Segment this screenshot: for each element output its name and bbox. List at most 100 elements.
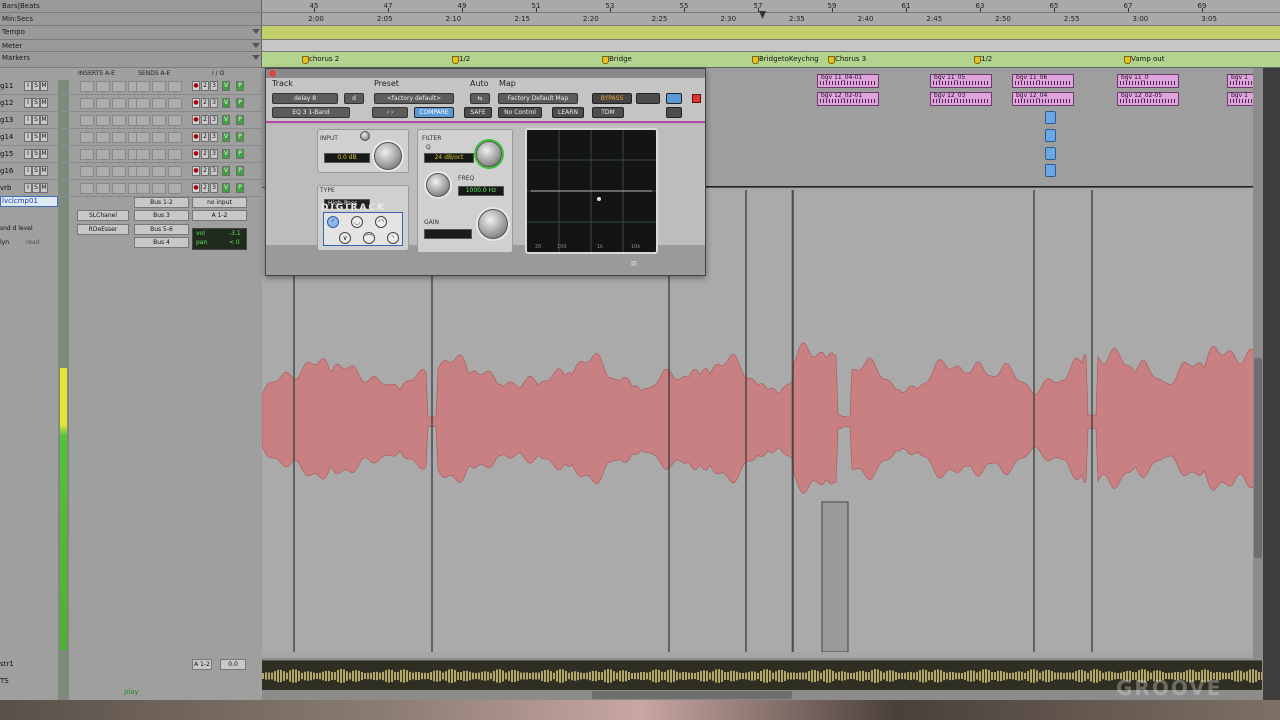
plugin-title-bar[interactable] xyxy=(266,69,705,78)
marker-6[interactable]: Vamp out xyxy=(1124,55,1165,64)
filter-slope-value[interactable]: 24 dB/oct xyxy=(424,153,474,163)
send-slot[interactable] xyxy=(152,98,166,109)
insert-slot[interactable] xyxy=(80,166,94,177)
timeline-rulers[interactable]: 45 47 49 51 53 55 57 59 61 63 65 67 69 2:00 2:05 2:10 2… xyxy=(262,0,1280,68)
send-slot[interactable] xyxy=(168,98,182,109)
marker-3[interactable]: BridgetoKeychng xyxy=(752,55,819,64)
highshelf-icon[interactable]: ⌒ xyxy=(363,232,375,244)
track-btn-m[interactable]: M xyxy=(40,81,48,91)
io-btn[interactable]: 2 xyxy=(201,132,209,142)
map-selector[interactable]: Factory Default Map xyxy=(498,93,578,104)
preset-nav[interactable]: ‹ › xyxy=(372,107,408,118)
insert-slot-1[interactable]: SLChanel xyxy=(77,210,129,221)
bottom-output[interactable]: A 1-2 xyxy=(192,659,212,670)
track-btn-m[interactable]: M xyxy=(40,166,48,176)
io-btn[interactable]: 2 xyxy=(201,149,209,159)
output-selector[interactable]: A 1-2 xyxy=(192,210,247,221)
automation-icon[interactable] xyxy=(1045,111,1056,124)
session-overview[interactable] xyxy=(262,660,1263,690)
meter-ruler[interactable] xyxy=(262,40,1280,52)
track-name[interactable]: g16 xyxy=(0,166,20,177)
plugin-selector[interactable]: EQ 3 1-Band xyxy=(272,107,350,118)
send-slot[interactable] xyxy=(152,115,166,126)
track-btn-s[interactable]: S xyxy=(32,149,40,159)
track-btn-i[interactable]: I xyxy=(24,115,32,125)
audio-clip[interactable]: bgv 11_04-01 xyxy=(817,74,879,88)
marker-5[interactable]: 1/2 xyxy=(974,55,992,64)
highpass-icon[interactable]: ◜ xyxy=(327,216,339,228)
track-btn-i[interactable]: I xyxy=(24,98,32,108)
io-btn[interactable]: V xyxy=(222,98,230,108)
insert-slot[interactable] xyxy=(80,98,94,109)
insert-slot[interactable] xyxy=(112,132,126,143)
volume-pan-display[interactable]: vol -3.1 pan < 0 xyxy=(192,228,247,250)
io-btn[interactable]: 3 xyxy=(210,183,218,193)
track-btn-m[interactable]: M xyxy=(40,132,48,142)
horizontal-scrollbar[interactable] xyxy=(262,690,1262,700)
audio-clip[interactable]: bgv 11_0 xyxy=(1117,74,1179,88)
lowpass-icon[interactable]: ◝ xyxy=(387,232,399,244)
horizontal-scroll-thumb[interactable] xyxy=(592,691,792,699)
freq-value[interactable]: 1000.0 Hz xyxy=(458,186,504,196)
track-name[interactable]: g14 xyxy=(0,132,20,143)
io-btn[interactable]: ● xyxy=(192,183,200,193)
io-btn[interactable]: 3 xyxy=(210,149,218,159)
insert-slot[interactable] xyxy=(80,149,94,160)
io-btn[interactable]: ● xyxy=(192,115,200,125)
track-btn-i[interactable]: I xyxy=(24,183,32,193)
send-slot-4[interactable]: Bus 4 xyxy=(134,237,189,248)
send-slot[interactable] xyxy=(152,132,166,143)
io-btn[interactable]: P xyxy=(236,115,244,125)
waveform-shape[interactable] xyxy=(262,342,1262,494)
audio-clip[interactable]: bgv 12_04 xyxy=(1012,92,1074,106)
insert-slot[interactable] xyxy=(112,81,126,92)
track-row[interactable]: g11 I S M ● 2 3 V P xyxy=(0,78,262,95)
gain-fader[interactable] xyxy=(424,229,472,239)
eq-band-handle[interactable] xyxy=(597,197,601,201)
io-btn[interactable]: P xyxy=(236,98,244,108)
ruler-label-tempo[interactable]: Tempo xyxy=(0,26,262,40)
automation-icon[interactable] xyxy=(1045,147,1056,160)
io-btn[interactable]: P xyxy=(236,149,244,159)
preset-selector[interactable]: <factory default> xyxy=(374,93,454,104)
automation-line[interactable] xyxy=(706,186,1256,187)
insert-slot[interactable] xyxy=(96,183,110,194)
track-btn-m[interactable]: M xyxy=(40,149,48,159)
track-btn-s[interactable]: S xyxy=(32,183,40,193)
volume-automation-block[interactable] xyxy=(821,501,849,652)
notch-icon[interactable]: ∨ xyxy=(339,232,351,244)
insert-slot[interactable] xyxy=(96,166,110,177)
insert-slot[interactable] xyxy=(112,149,126,160)
track-name[interactable]: vrb xyxy=(0,183,20,194)
vertical-scroll-thumb[interactable] xyxy=(1254,358,1262,558)
peak-icon[interactable]: ◠ xyxy=(375,216,387,228)
track-btn-s[interactable]: S xyxy=(32,81,40,91)
io-btn[interactable]: ● xyxy=(192,166,200,176)
insert-slot[interactable] xyxy=(96,149,110,160)
send-slot[interactable] xyxy=(152,183,166,194)
track-row[interactable]: g16 I S M ● 2 3 V P xyxy=(0,163,262,180)
learn-button[interactable]: LEARN xyxy=(552,107,584,118)
bypass-button[interactable]: BYPASS xyxy=(592,93,632,104)
insert-slot[interactable] xyxy=(112,98,126,109)
track-row[interactable]: vrb I S M ● 2 3 V P xyxy=(0,180,262,197)
track-btn-i[interactable]: I xyxy=(24,149,32,159)
ruler-label-markers[interactable]: Markers xyxy=(0,52,262,68)
audio-clip[interactable]: bgv 11_05 xyxy=(930,74,992,88)
send-slot[interactable] xyxy=(136,166,150,177)
io-btn[interactable]: 3 xyxy=(210,115,218,125)
io-btn[interactable]: P xyxy=(236,183,244,193)
io-btn[interactable]: P xyxy=(236,81,244,91)
compare-button[interactable]: COMPARE xyxy=(414,107,454,118)
insert-slot[interactable] xyxy=(96,115,110,126)
send-slot-2[interactable]: Bus 3 xyxy=(134,210,189,221)
io-btn[interactable]: 3 xyxy=(210,98,218,108)
track-name[interactable]: g11 xyxy=(0,81,20,92)
audio-clip[interactable]: bgv 11_06 xyxy=(1012,74,1074,88)
track-btn-i[interactable]: I xyxy=(24,81,32,91)
insert-slot[interactable] xyxy=(112,115,126,126)
io-btn[interactable]: 2 xyxy=(201,98,209,108)
insert-slot[interactable] xyxy=(80,183,94,194)
automation-mode[interactable]: read xyxy=(26,239,40,246)
insert-slot[interactable] xyxy=(80,115,94,126)
